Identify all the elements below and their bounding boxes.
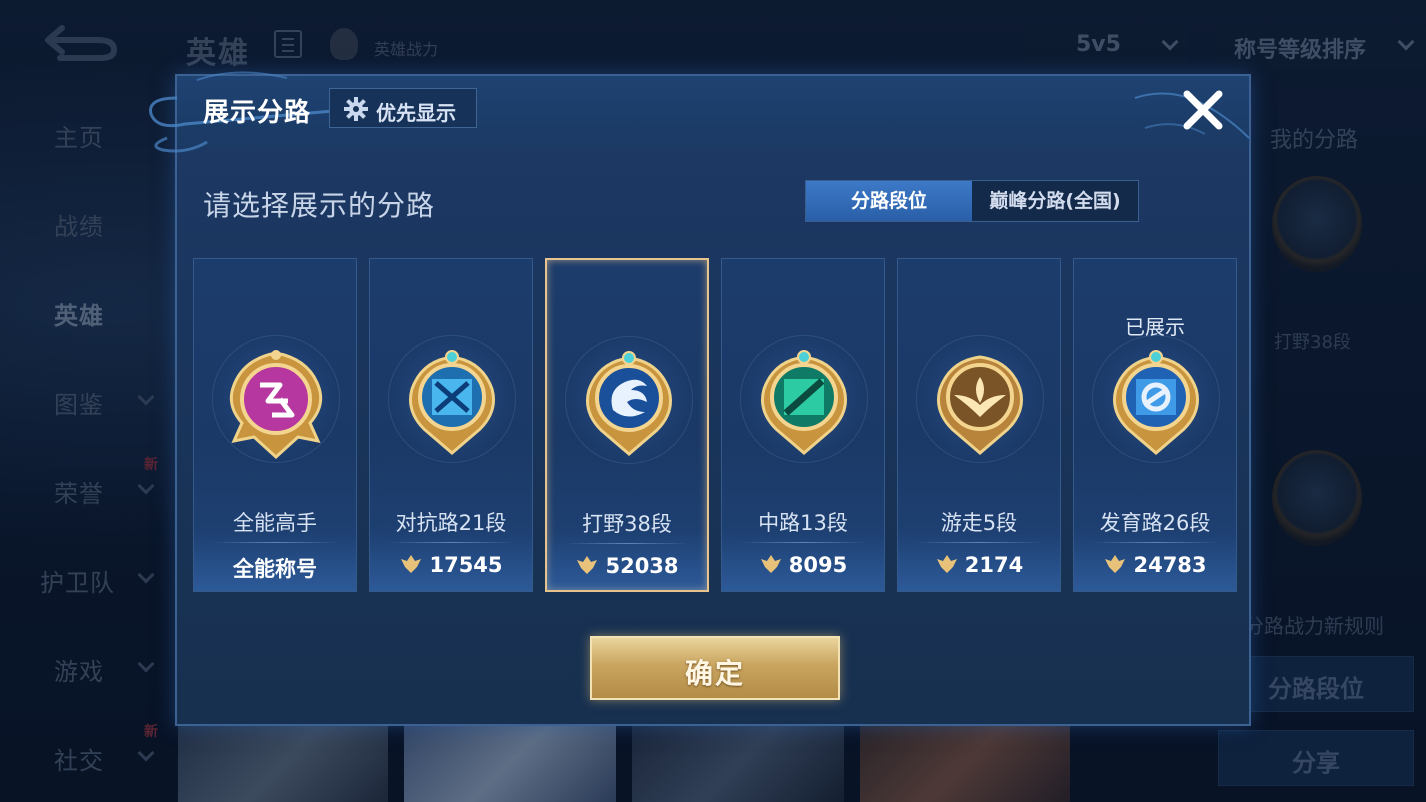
lane-card-stat: 52038 [547,554,707,578]
card-divider [388,542,514,543]
lane-card-name: 对抗路21段 [395,511,507,535]
confirm-button-label: 确定 [684,657,745,690]
lane-card-name: 打野38段 [582,512,672,536]
clash-lane-emblem-icon [409,350,495,455]
lane-card-stat: 全能称号 [194,553,356,583]
confirm-button[interactable]: 确定 [590,636,840,700]
power-icon [401,555,422,573]
mid-lane-emblem-icon [761,350,847,455]
lane-card-roam[interactable]: 游走5段 2174 [897,258,1061,592]
lane-card-stat-value: 全能称号 [233,557,317,581]
lane-card-name: 游走5段 [940,511,1018,535]
lane-card-mid[interactable]: 中路13段 8095 [721,258,885,592]
roam-emblem-icon [937,355,1023,455]
lane-tabs: 分路段位 巅峰分路(全国) [805,180,1139,222]
lane-card-name: 全能高手 [233,511,317,535]
all-round-emblem-icon [229,350,323,460]
tab-lane-rank[interactable]: 分路段位 [806,181,972,221]
close-icon[interactable] [1181,88,1225,132]
power-icon [577,556,598,574]
jungle-emblem-icon [586,351,672,456]
lane-card-stat-value: 2174 [964,553,1024,577]
priority-display-label: 优先显示 [376,101,456,125]
power-icon [760,555,781,573]
power-icon [1105,555,1126,573]
lane-card-stat-value: 52038 [605,554,679,578]
farm-lane-emblem-icon [1113,350,1199,455]
lane-card-name: 中路13段 [758,511,848,535]
lane-card-all-round[interactable]: 全能高手 全能称号 [193,258,357,592]
lane-card-clash[interactable]: 对抗路21段 17545 [369,258,533,592]
lane-card-stat-value: 8095 [788,553,848,577]
card-divider [565,543,689,544]
lane-card-farm[interactable]: 已展示 发育路26段 24783 [1073,258,1237,592]
lane-card-jungle[interactable]: 打野38段 52038 [545,258,709,592]
priority-display-button[interactable]: 优先显示 [329,88,477,128]
lane-card-stat-value: 17545 [429,553,503,577]
lane-card-stat: 24783 [1074,553,1236,577]
lane-card-stat: 17545 [370,553,532,577]
dialog-title: 展示分路 [203,98,312,128]
card-divider [916,542,1042,543]
card-divider [212,542,338,543]
card-divider [1092,542,1218,543]
gear-icon [344,97,368,121]
lane-card-stat-value: 24783 [1133,553,1207,577]
tab-peak-lane[interactable]: 巅峰分路(全国) [972,181,1138,221]
lane-card-list: 全能高手 全能称号 对抗路21段 17545 打野38段 52038 中路13段… [193,258,1237,592]
lane-card-stat: 2174 [898,553,1060,577]
card-divider [740,542,866,543]
lane-card-name: 发育路26段 [1099,511,1211,535]
select-lane-prompt: 请选择展示的分路 [203,189,436,222]
display-lane-dialog: 展示分路 优先显示 请选择展示的分路 分路段位 巅峰分路(全国) 全能高手 全能… [149,71,1251,726]
power-icon [936,555,957,573]
lane-card-stat: 8095 [722,553,884,577]
